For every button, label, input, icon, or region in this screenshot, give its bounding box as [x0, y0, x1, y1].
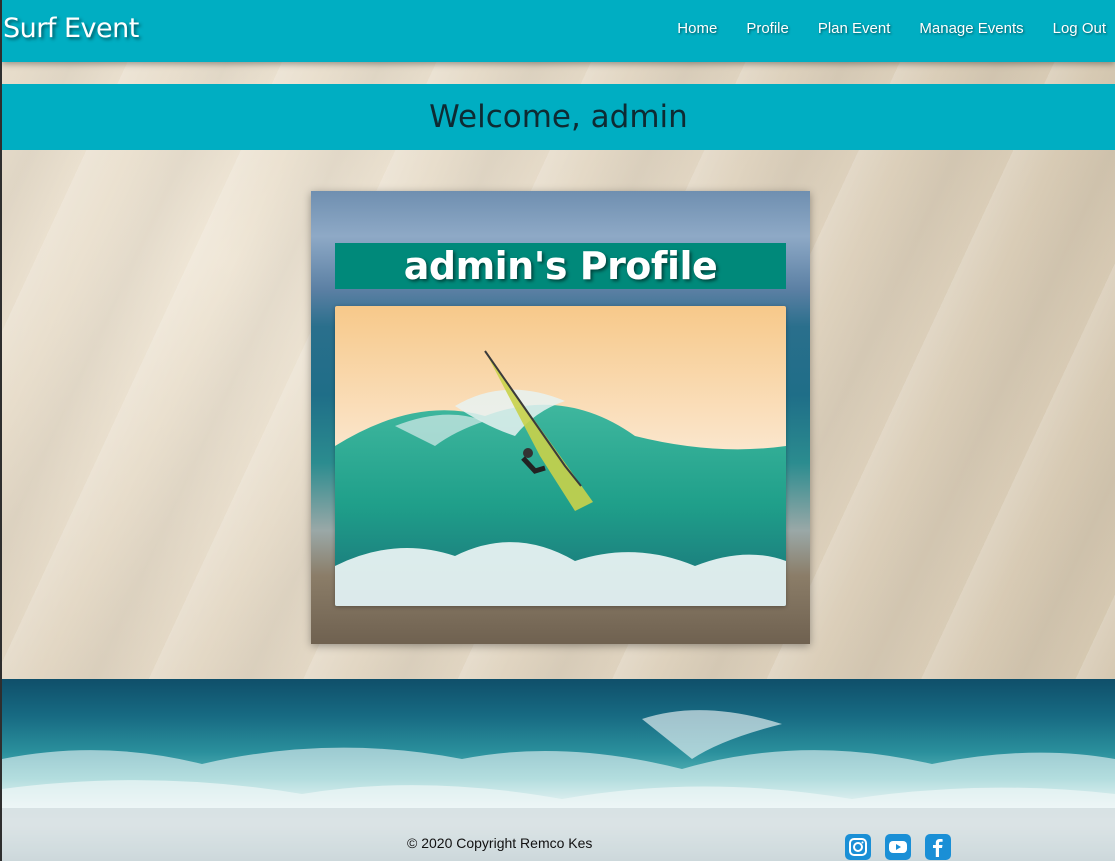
- copyright-text: © 2020 Copyright Remco Kes: [407, 835, 593, 851]
- profile-photo: [335, 306, 786, 606]
- profile-title: admin's Profile: [403, 244, 718, 288]
- facebook-icon[interactable]: [925, 834, 951, 860]
- profile-title-bar: admin's Profile: [335, 243, 786, 289]
- instagram-icon[interactable]: [845, 834, 871, 860]
- welcome-banner: Welcome, admin: [2, 84, 1115, 150]
- welcome-heading: Welcome, admin: [429, 99, 688, 135]
- nav-home-link[interactable]: Home: [677, 20, 717, 37]
- page: Surf Event Home Profile Plan Event Manag…: [2, 0, 1115, 861]
- navbar: Surf Event Home Profile Plan Event Manag…: [2, 0, 1115, 62]
- footer: © 2020 Copyright Remco Kes: [2, 679, 1115, 861]
- brand-logo[interactable]: Surf Event: [3, 13, 139, 44]
- nav-plan-event-link[interactable]: Plan Event: [818, 20, 891, 37]
- youtube-icon[interactable]: [885, 834, 911, 860]
- nav-manage-events-link[interactable]: Manage Events: [919, 20, 1023, 37]
- profile-card: admin's Profile: [311, 191, 810, 644]
- nav-links: Home Profile Plan Event Manage Events Lo…: [648, 20, 1106, 37]
- windsurfer-image: [335, 306, 786, 606]
- nav-profile-link[interactable]: Profile: [746, 20, 789, 37]
- nav-logout-link[interactable]: Log Out: [1053, 20, 1106, 37]
